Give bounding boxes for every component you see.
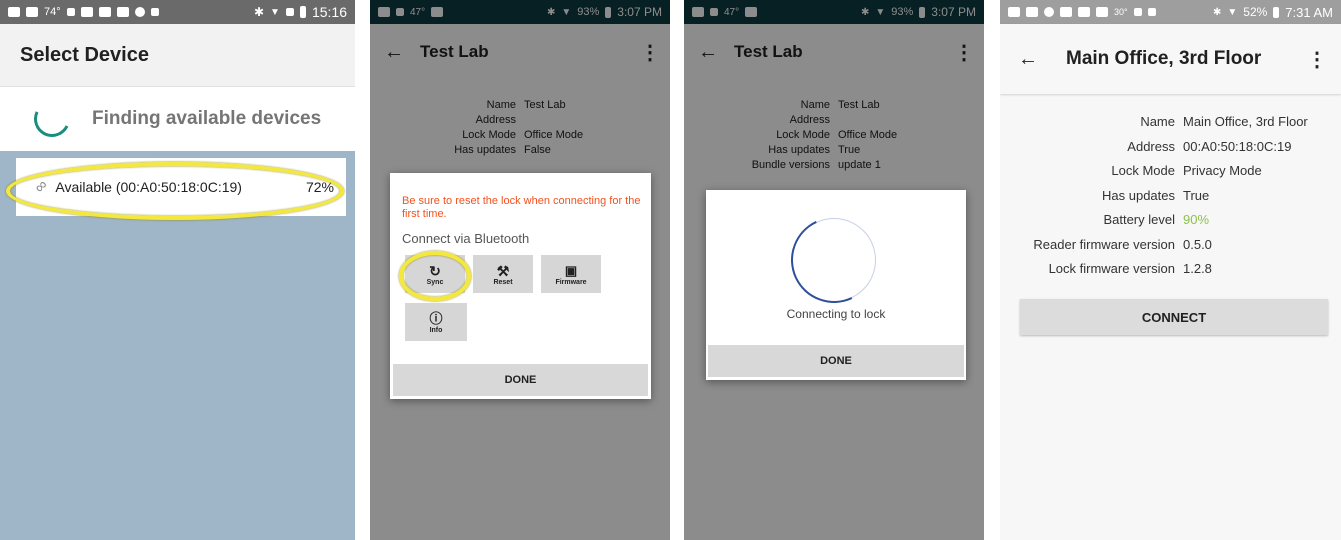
- connect-heading: Connect via Bluetooth: [402, 231, 530, 246]
- info-label: Info: [429, 326, 443, 334]
- notification-icon: [1147, 8, 1156, 16]
- wrench-icon: ⚒: [496, 262, 510, 279]
- notification-icon: [8, 7, 20, 17]
- wifi-icon: ▼: [270, 6, 280, 18]
- reset-warning: Be sure to reset the lock when connectin…: [402, 195, 641, 220]
- status-time: 15:16: [311, 4, 347, 20]
- firmware-label: Firmware: [555, 278, 587, 286]
- vpn-icon: [134, 7, 145, 17]
- status-bar: 74° ✱ ▼ 15:16: [0, 0, 355, 24]
- status-bar: 30° ✱ ▼ 52% 7:31 AM: [1000, 0, 1341, 24]
- notification-icon: [98, 7, 111, 17]
- done-button[interactable]: DONE: [393, 364, 648, 396]
- battery-percent: 52%: [1243, 5, 1268, 19]
- screen-test-lab-options: 47° ✱ ▼ 93% 3:07 PM ← Test Lab ⋮ Name Tes…: [370, 0, 670, 540]
- info-label: Lock Mode: [1111, 163, 1175, 178]
- info-value: 0.5.0: [1183, 236, 1212, 252]
- notification-icon: [80, 7, 93, 17]
- info-icon: ⓘ: [429, 310, 443, 326]
- temperature-text: 30°: [1114, 7, 1128, 17]
- screen-main-office: 30° ✱ ▼ 52% 7:31 AM ← Main Office, 3rd F…: [1000, 0, 1341, 540]
- connect-button[interactable]: CONNECT: [1020, 299, 1328, 335]
- highlight-ring: [6, 162, 344, 220]
- finding-text: Finding available devices: [92, 108, 322, 129]
- info-value: True: [1183, 187, 1210, 203]
- connecting-text: Connecting to lock: [786, 307, 886, 321]
- info-value: Main Office, 3rd Floor: [1183, 114, 1308, 129]
- back-arrow-icon[interactable]: ←: [1018, 48, 1038, 71]
- overflow-menu-icon[interactable]: ⋮: [1307, 47, 1327, 72]
- done-label: DONE: [820, 355, 852, 367]
- progress-spinner-icon: [778, 204, 890, 316]
- lock-info: Name Main Office, 3rd Floor Address 00:A0:…: [1000, 94, 1341, 282]
- notification-icon: [1096, 7, 1108, 17]
- toolbar: Select Device: [0, 24, 355, 86]
- done-button[interactable]: DONE: [708, 345, 964, 377]
- image-icon: [1078, 7, 1090, 17]
- connecting-dialog: Connecting to lock DONE: [706, 190, 966, 380]
- play-icon: [150, 8, 159, 16]
- info-button[interactable]: ⓘ Info: [405, 303, 467, 341]
- done-label: DONE: [504, 374, 537, 386]
- screen-connecting: 47° ✱ ▼ 93% 3:07 PM ← Test Lab ⋮ Name Tes…: [684, 0, 984, 540]
- info-value: 1.2.8: [1183, 261, 1212, 276]
- message-icon: [1008, 7, 1020, 17]
- info-label: Battery level: [1103, 212, 1175, 227]
- notification-icon: [116, 7, 129, 17]
- battery-icon: [1273, 6, 1280, 18]
- reset-button[interactable]: ⚒ Reset: [473, 255, 533, 293]
- bluetooth-icon: ✱: [253, 5, 265, 19]
- notification-icon: [1044, 7, 1054, 17]
- highlight-ring: [399, 251, 471, 301]
- mail-icon: [1026, 7, 1038, 17]
- bluetooth-icon: ✱: [1212, 6, 1222, 18]
- info-value: Privacy Mode: [1183, 163, 1262, 178]
- page-title: Main Office, 3rd Floor: [1066, 48, 1262, 69]
- chip-icon: ▣: [564, 262, 578, 278]
- info-label: Reader firmware version: [1033, 236, 1175, 252]
- screen-select-device: 74° ✱ ▼ 15:16 Select Device Finding avai…: [0, 0, 355, 540]
- signal-icon: [285, 8, 294, 16]
- battery-icon: [299, 6, 306, 18]
- mail-icon: [1060, 7, 1072, 17]
- firmware-button[interactable]: ▣ Firmware: [541, 255, 601, 293]
- page-title: Select Device: [20, 43, 149, 66]
- connect-label: CONNECT: [1141, 309, 1207, 325]
- nfc-icon: [1133, 8, 1142, 16]
- wifi-icon: ▼: [1227, 6, 1238, 18]
- battery-level-value: 90%: [1183, 212, 1210, 227]
- info-label: Has updates: [1102, 187, 1175, 203]
- loading-spinner-icon: [28, 95, 76, 143]
- reset-label: Reset: [493, 278, 513, 286]
- finding-panel: Finding available devices: [0, 86, 355, 151]
- info-value: 00:A0:50:18:0C:19: [1183, 138, 1292, 154]
- image-icon: [26, 7, 38, 17]
- nfc-icon: [66, 8, 75, 16]
- status-time: 7:31 AM: [1285, 4, 1333, 20]
- info-label: Address: [1127, 138, 1175, 154]
- temperature-text: 74°: [44, 6, 61, 18]
- info-label: Lock firmware version: [1048, 261, 1175, 276]
- info-label: Name: [1140, 114, 1175, 129]
- toolbar: ← Main Office, 3rd Floor ⋮: [1000, 24, 1341, 94]
